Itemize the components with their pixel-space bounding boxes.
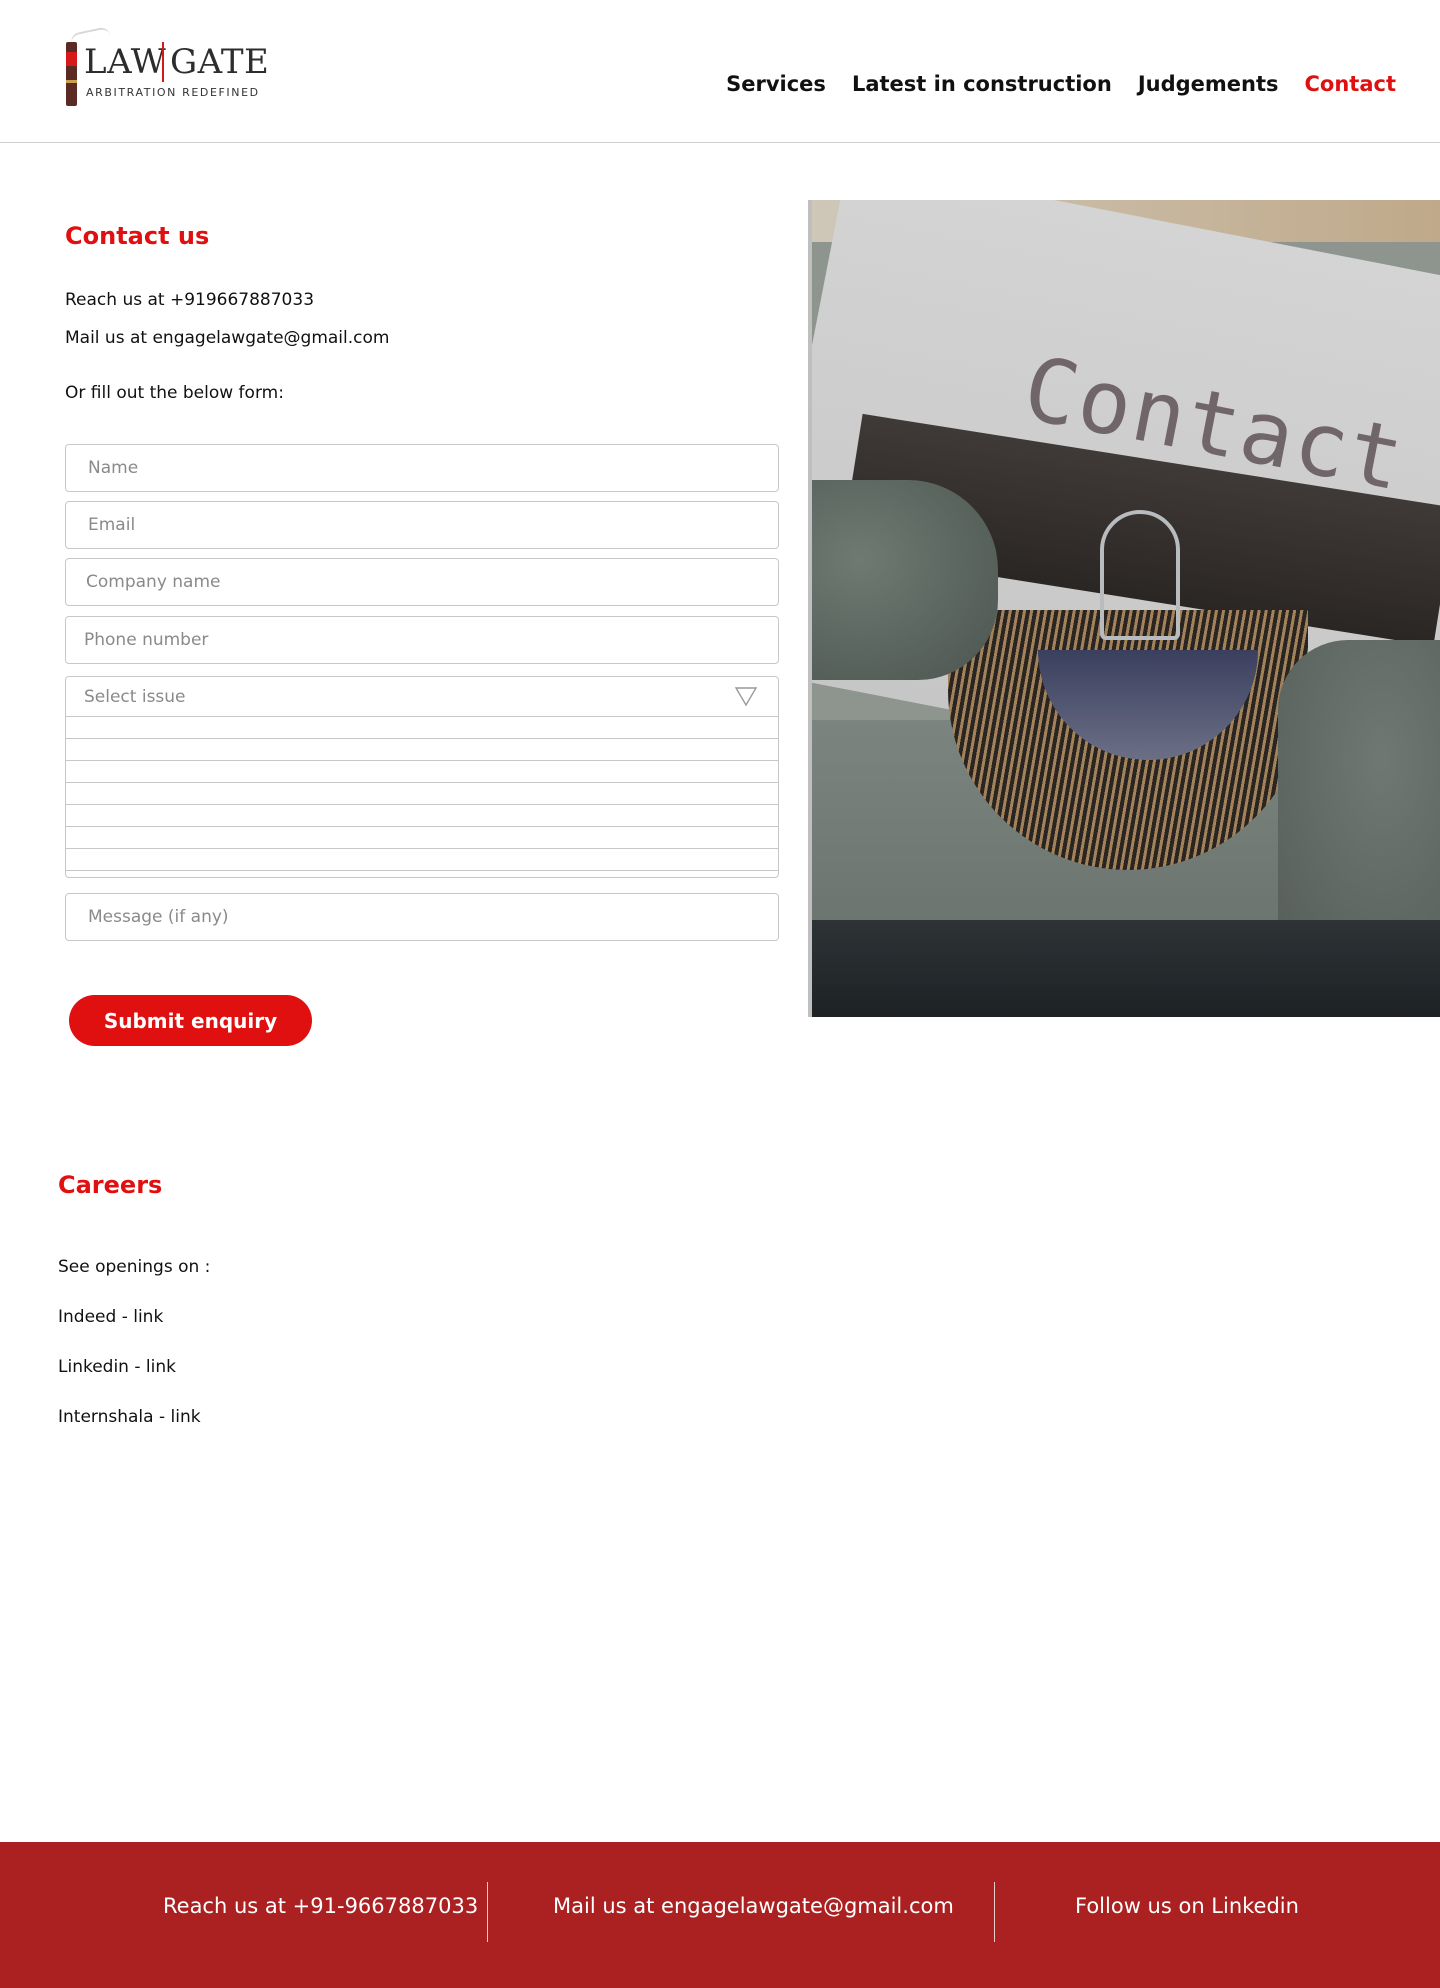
- message-input[interactable]: [65, 893, 779, 941]
- issue-select-header[interactable]: Select issue: [66, 677, 778, 717]
- careers-intro: See openings on :: [58, 1257, 211, 1277]
- contact-title: Contact us: [65, 222, 210, 250]
- footer-divider: [994, 1882, 995, 1942]
- nav-item-judgements[interactable]: Judgements: [1138, 72, 1279, 96]
- phone-number-input[interactable]: [65, 616, 779, 664]
- submit-enquiry-button[interactable]: Submit enquiry: [69, 995, 312, 1046]
- issue-option[interactable]: [66, 827, 778, 849]
- indeed-link[interactable]: Indeed - link: [58, 1307, 163, 1327]
- footer-phone: Reach us at +91-9667887033: [163, 1894, 479, 1918]
- logo-divider: [162, 42, 164, 82]
- issue-option[interactable]: [66, 717, 778, 739]
- internshala-link[interactable]: Internshala - link: [58, 1407, 201, 1427]
- issue-option[interactable]: [66, 783, 778, 805]
- email-input[interactable]: [65, 501, 779, 549]
- nav-item-latest-in-construction[interactable]: Latest in construction: [852, 72, 1112, 96]
- issue-option[interactable]: [66, 805, 778, 827]
- issue-option[interactable]: [66, 849, 778, 871]
- logo-tagline: ARBITRATION REDEFINED: [86, 86, 260, 99]
- lawgate-logo[interactable]: LAW GATE ARBITRATION REDEFINED: [64, 25, 274, 112]
- form-intro: Or fill out the below form:: [65, 383, 284, 403]
- issue-select-placeholder: Select issue: [84, 687, 186, 707]
- issue-select[interactable]: Select issue: [65, 676, 779, 878]
- nav-item-contact[interactable]: Contact: [1305, 72, 1397, 96]
- logo-text-gate: GATE: [170, 42, 270, 82]
- contact-phone-line: Reach us at +919667887033: [65, 290, 315, 310]
- contact-mail-line: Mail us at engagelawgate@gmail.com: [65, 328, 390, 348]
- company-name-input[interactable]: [65, 558, 779, 606]
- name-input[interactable]: [65, 444, 779, 492]
- site-header: LAW GATE ARBITRATION REDEFINED Services …: [0, 0, 1440, 143]
- book-icon: [66, 42, 77, 106]
- linkedin-link[interactable]: Linkedin - link: [58, 1357, 176, 1377]
- nav-item-services[interactable]: Services: [726, 72, 826, 96]
- triangle-down-icon[interactable]: [734, 685, 758, 707]
- footer-mail: Mail us at engagelawgate@gmail.com: [553, 1894, 954, 1918]
- issue-option[interactable]: [66, 761, 778, 783]
- site-footer: Reach us at +91-9667887033 Mail us at en…: [0, 1842, 1440, 1988]
- typewriter-contact-image: Contact: [808, 200, 1440, 1017]
- logo-text-law: LAW: [84, 42, 167, 82]
- issue-option[interactable]: [66, 739, 778, 761]
- footer-divider: [487, 1882, 488, 1942]
- careers-title: Careers: [58, 1171, 163, 1199]
- main-nav: Services Latest in construction Judgemen…: [726, 72, 1396, 96]
- footer-follow-linkedin[interactable]: Follow us on Linkedin: [1075, 1894, 1299, 1918]
